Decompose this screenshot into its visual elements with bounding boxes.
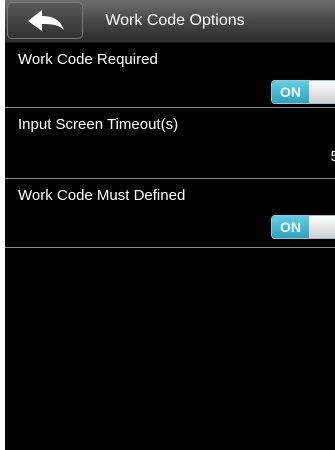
toggle-knob <box>309 81 335 103</box>
back-arrow-icon <box>28 10 64 31</box>
work-code-must-defined-toggle[interactable]: ON <box>271 215 335 239</box>
toggle-on-label: ON <box>272 216 309 238</box>
option-label: Work Code Required <box>18 51 158 68</box>
option-work-code-required[interactable]: Work Code Required ON <box>5 43 335 108</box>
option-label: Input Screen Timeout(s) <box>18 116 179 133</box>
option-input-screen-timeout[interactable]: Input Screen Timeout(s) 5 <box>5 108 335 179</box>
work-code-required-toggle[interactable]: ON <box>271 80 335 104</box>
toggle-on-label: ON <box>272 81 309 103</box>
option-label: Work Code Must Defined <box>18 187 186 204</box>
timeout-value: 5 <box>330 148 335 165</box>
toggle-knob <box>309 216 335 238</box>
back-button[interactable] <box>7 2 83 39</box>
title-bar: Work Code Options <box>5 0 335 43</box>
page-title: Work Code Options <box>105 12 245 29</box>
option-work-code-must-defined[interactable]: Work Code Must Defined ON <box>5 179 335 248</box>
device-screen: Work Code Options Work Code Required ON … <box>5 0 335 450</box>
